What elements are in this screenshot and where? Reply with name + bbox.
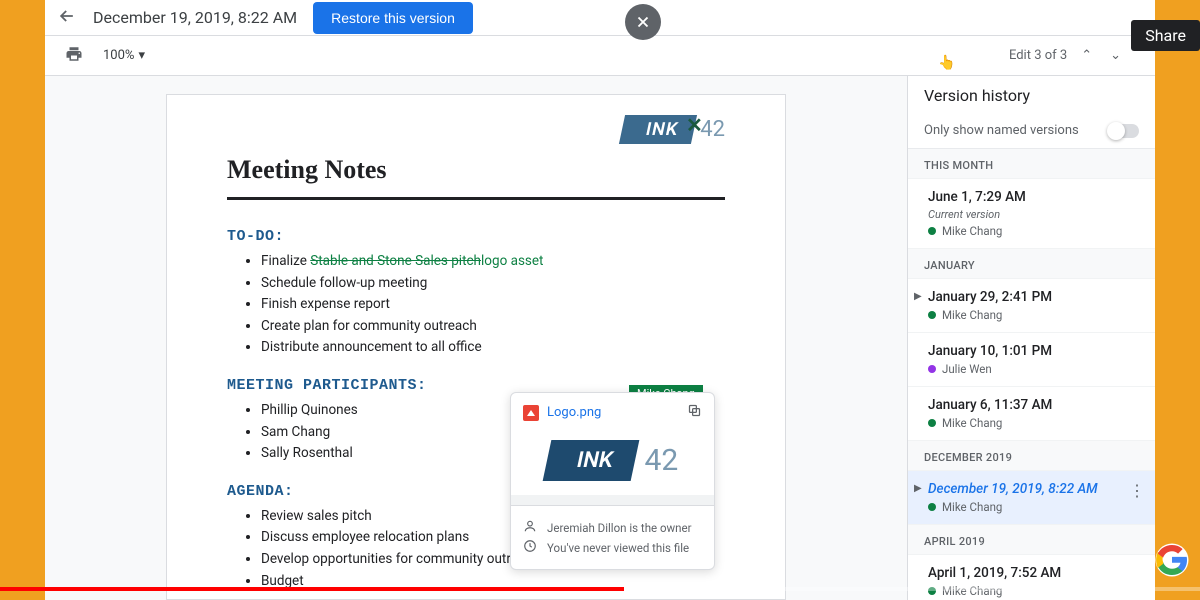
- preview-ink-text: INK: [542, 440, 639, 481]
- version-author: Mike Chang: [928, 500, 1139, 514]
- expand-caret-icon[interactable]: ▶: [914, 483, 922, 494]
- version-list[interactable]: THIS MONTH June 1, 7:29 AM Current version…: [908, 149, 1155, 600]
- version-history-sidebar: Version history Only show named versions…: [907, 76, 1155, 600]
- file-preview-card: Logo.png INK 42 Jeremiah Dillon is the o…: [510, 392, 715, 570]
- file-progress-bar: [511, 495, 714, 505]
- list-item: Distribute announcement to all office: [261, 337, 725, 359]
- owner-text: Jeremiah Dillon is the owner: [547, 521, 692, 535]
- viewed-text: You've never viewed this file: [547, 541, 689, 555]
- restore-button[interactable]: Restore this version: [313, 2, 473, 34]
- close-x-icon: ✕: [685, 113, 703, 137]
- version-title: January 6, 11:37 AM: [928, 397, 1139, 413]
- sidebar-title: Version history: [908, 76, 1155, 115]
- named-versions-toggle[interactable]: [1109, 124, 1139, 138]
- edit-count-label: Edit 3 of 3: [1009, 48, 1067, 63]
- app-frame: December 19, 2019, 8:22 AM Restore this …: [45, 0, 1155, 600]
- file-card-header: Logo.png: [511, 393, 714, 432]
- page-logo: INK✕ 42: [622, 115, 725, 144]
- version-item[interactable]: January 6, 11:37 AM Mike Chang: [908, 387, 1155, 441]
- document-title: Meeting Notes: [227, 155, 725, 185]
- version-group-label: THIS MONTH: [908, 149, 1155, 179]
- author-dot-icon: [928, 503, 936, 511]
- list-item: Schedule follow-up meeting: [261, 273, 725, 295]
- list-item: Finish expense report: [261, 294, 725, 316]
- list-item: Finalize Stable and Stone Sales pitchlog…: [261, 251, 725, 273]
- todo-heading: TO-DO:: [227, 228, 725, 245]
- progress-fill: [0, 587, 624, 591]
- share-button[interactable]: Share: [1131, 20, 1200, 51]
- print-icon[interactable]: [65, 45, 83, 67]
- viewed-row: You've never viewed this file: [523, 539, 702, 556]
- document-area: INK✕ 42 Meeting Notes TO-DO: Mike Chang …: [45, 76, 907, 600]
- version-subtitle: Current version: [928, 208, 1139, 221]
- author-dot-icon: [928, 227, 936, 235]
- video-progress-bar[interactable]: [0, 587, 1200, 591]
- version-item[interactable]: January 10, 1:01 PM Julie Wen: [908, 333, 1155, 387]
- version-group-label: APRIL 2019: [908, 525, 1155, 555]
- version-title: January 10, 1:01 PM: [928, 343, 1139, 359]
- person-icon: [523, 519, 537, 536]
- todo-list: Finalize Stable and Stone Sales pitchlog…: [227, 251, 725, 359]
- named-versions-toggle-row: Only show named versions: [908, 115, 1155, 149]
- zoom-value: 100%: [103, 48, 134, 63]
- expand-caret-icon[interactable]: ▶: [914, 291, 922, 302]
- version-title: January 29, 2:41 PM: [928, 289, 1139, 305]
- cursor-icon: 👆: [938, 55, 955, 71]
- top-bar: December 19, 2019, 8:22 AM Restore this …: [45, 0, 1155, 36]
- zoom-select[interactable]: 100% ▾: [103, 48, 145, 63]
- version-item[interactable]: April 1, 2019, 7:52 AMMike Chang: [908, 555, 1155, 600]
- version-item[interactable]: ▶ January 29, 2:41 PM Mike Chang: [908, 279, 1155, 333]
- file-meta: Jeremiah Dillon is the owner You've neve…: [511, 505, 714, 569]
- image-icon: [523, 405, 539, 421]
- chevron-down-icon: ▾: [138, 48, 145, 63]
- more-options-icon[interactable]: ⋮: [1129, 481, 1145, 500]
- copy-icon[interactable]: [687, 403, 702, 422]
- version-title: December 19, 2019, 8:22 AM: [928, 481, 1139, 497]
- version-date-label: December 19, 2019, 8:22 AM: [93, 8, 297, 27]
- title-rule: [227, 197, 725, 200]
- toolbar: 100% ▾ Edit 3 of 3 ⌃ ⌄: [45, 36, 1155, 76]
- prev-edit-button[interactable]: ⌃: [1077, 46, 1096, 65]
- version-item[interactable]: ▶ December 19, 2019, 8:22 AM Mike Chang⋮: [908, 471, 1155, 525]
- toggle-label: Only show named versions: [924, 123, 1079, 138]
- author-dot-icon: [928, 311, 936, 319]
- version-title: June 1, 7:29 AM: [928, 189, 1139, 205]
- back-arrow-icon[interactable]: [57, 6, 77, 30]
- preview-number: 42: [645, 443, 679, 478]
- version-group-label: JANUARY: [908, 249, 1155, 279]
- version-author: Julie Wen: [928, 362, 1139, 376]
- edit-navigation: Edit 3 of 3 ⌃ ⌄: [1009, 46, 1125, 65]
- list-item: Create plan for community outreach: [261, 316, 725, 338]
- history-icon: [523, 539, 537, 556]
- close-icon[interactable]: [625, 4, 661, 40]
- logo-number: 42: [700, 117, 725, 142]
- version-group-label: DECEMBER 2019: [908, 441, 1155, 471]
- main-row: INK✕ 42 Meeting Notes TO-DO: Mike Chang …: [45, 76, 1155, 600]
- owner-row: Jeremiah Dillon is the owner: [523, 519, 702, 536]
- author-dot-icon: [928, 365, 936, 373]
- version-author: Mike Chang: [928, 308, 1139, 322]
- next-edit-button[interactable]: ⌄: [1106, 46, 1125, 65]
- file-preview-image: INK 42: [511, 432, 714, 495]
- version-item[interactable]: June 1, 7:29 AM Current version Mike Chang: [908, 179, 1155, 249]
- ink-logo-text: INK✕: [619, 115, 697, 144]
- version-author: Mike Chang: [928, 224, 1139, 238]
- version-author: Mike Chang: [928, 416, 1139, 430]
- author-dot-icon: [928, 419, 936, 427]
- google-logo-icon: [1154, 542, 1190, 578]
- version-title: April 1, 2019, 7:52 AM: [928, 565, 1139, 581]
- file-name[interactable]: Logo.png: [547, 405, 679, 420]
